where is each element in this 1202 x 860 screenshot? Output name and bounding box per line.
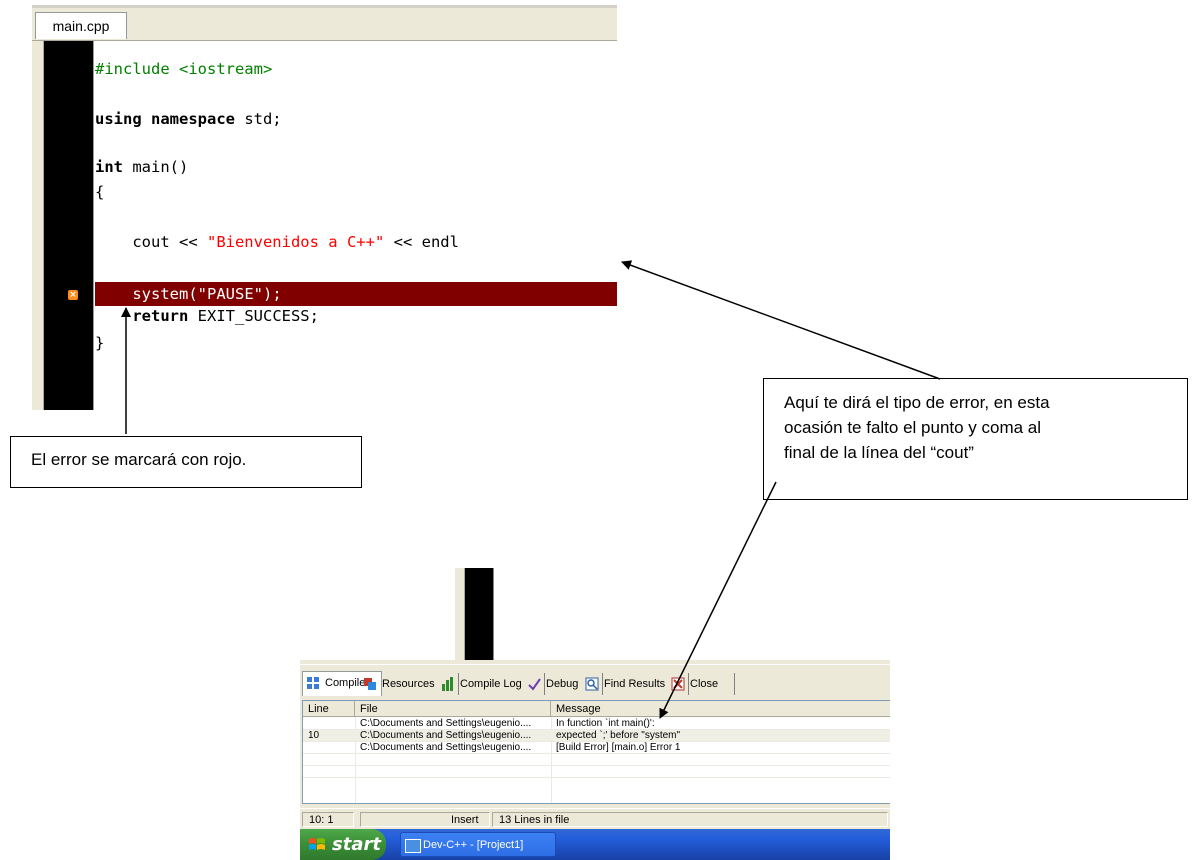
code-line-3: using namespace std; [95,107,282,131]
close-icon [671,677,685,691]
code-text: EXIT_SUCCESS; [188,307,319,325]
string-literal: "Bienvenidos a C++" [206,233,385,251]
callout-error-type: Aquí te dirá el tipo de error, en esta o… [763,378,1188,500]
empty-row [303,766,890,778]
code-text: ); [262,285,282,303]
compiler-messages-list[interactable]: Line File Message C:\Documents and Setti… [302,700,890,804]
code-text: std; [234,110,282,128]
cell-message: expected `;' before "system" [556,730,681,741]
keyword-using-namespace: using namespace [95,110,235,128]
callout-left-text: El error se marcará con rojo. [31,450,247,469]
editor-tab-bar: main.cpp [32,8,617,41]
keyword-return: return [132,307,189,325]
ide-bottom-panel: Compiler Resources Compile Log Debug Fin… [300,568,890,860]
tab-close[interactable]: Close [668,673,735,695]
start-button[interactable]: start [300,829,386,860]
editor-area [493,568,890,660]
tab-label: Resources [382,678,435,690]
error-highlighted-line: system("PAUSE"); [95,282,617,306]
start-label: start [332,834,381,855]
callout-right-line-1: Aquí te dirá el tipo de error, en esta [784,393,1050,412]
tab-main-cpp[interactable]: main.cpp [35,12,127,39]
empty-row [303,754,890,766]
windows-taskbar: start Dev-C++ - [Project1] [300,829,890,860]
callout-error-marking: El error se marcará con rojo. [10,436,362,488]
error-marker-icon: × [68,290,78,300]
keyword-int: int [95,158,123,176]
pane-splitter[interactable] [455,568,465,660]
tab-label: Find Results [604,678,666,690]
column-header-line[interactable]: Line [303,701,355,717]
project-pane [300,568,456,660]
callout-right-line-2: ocasión te falto el punto y coma al [784,418,1042,437]
compiler-grid-icon [307,677,319,689]
cell-line: 10 [308,730,320,741]
cell-file: C:\Documents and Settings\eugenio.... [360,742,532,753]
resources-icon [364,678,376,690]
output-tab-bar: Compiler Resources Compile Log Debug Fin… [300,664,890,699]
find-results-magnifier-icon [585,677,599,691]
taskbar-window-label: Dev-C++ - [Project1] [423,839,524,851]
code-line-12: } [95,334,105,352]
editor-left-frame [32,41,44,410]
code-editor: main.cpp × #include <iostream> using nam… [32,5,617,410]
cell-message: In function `int main()': [556,718,655,729]
taskbar-window-devcpp[interactable]: Dev-C++ - [Project1] [400,832,556,857]
column-header-message[interactable]: Message [551,701,890,717]
message-row-error[interactable]: 10 C:\Documents and Settings\eugenio....… [303,730,890,742]
callout-right-line-3: final de la línea del “cout” [784,443,974,462]
tab-label: Compile Log [460,678,522,690]
code-line-11: return EXIT_SUCCESS; [95,304,319,328]
column-header-file[interactable]: File [355,701,551,717]
code-line-8: cout << "Bienvenidos a C++" << endl [95,230,459,254]
arrow-to-code-line [621,260,941,380]
code-line-5: int main() [95,155,188,179]
message-row[interactable]: C:\Documents and Settings\eugenio.... In… [303,718,890,730]
string-literal: "PAUSE" [197,285,263,303]
editor-gutter-strip [465,568,493,660]
cell-file: C:\Documents and Settings\eugenio.... [360,718,532,729]
code-text: system( [95,285,198,303]
cell-message: [Build Error] [main.o] Error 1 [556,742,681,753]
code-text: << endl [384,233,459,251]
code-text: cout << [95,233,207,251]
compile-log-chart-icon [442,677,453,691]
devcpp-app-icon [405,839,421,853]
code-line-6: { [95,183,105,201]
line-gutter [44,41,93,410]
tab-label: Debug [546,678,579,690]
message-row[interactable]: C:\Documents and Settings\eugenio.... [B… [303,742,890,754]
preprocessor-include: #include <iostream> [95,60,273,78]
debug-check-icon [528,678,541,691]
status-insert-mode: Insert [360,812,490,827]
gutter-divider [93,41,94,410]
cell-file: C:\Documents and Settings\eugenio.... [360,730,532,741]
windows-logo-icon [309,838,325,850]
status-line-count: 13 Lines in file [492,812,888,827]
code-line-1: #include <iostream> [95,57,272,81]
code-text: main() [123,158,189,176]
tab-label: Close [690,678,719,690]
status-bar: 10: 1 Insert 13 Lines in file [300,808,890,829]
code-area[interactable]: #include <iostream> using namespace std;… [95,41,617,410]
status-cursor-position: 10: 1 [302,812,354,827]
